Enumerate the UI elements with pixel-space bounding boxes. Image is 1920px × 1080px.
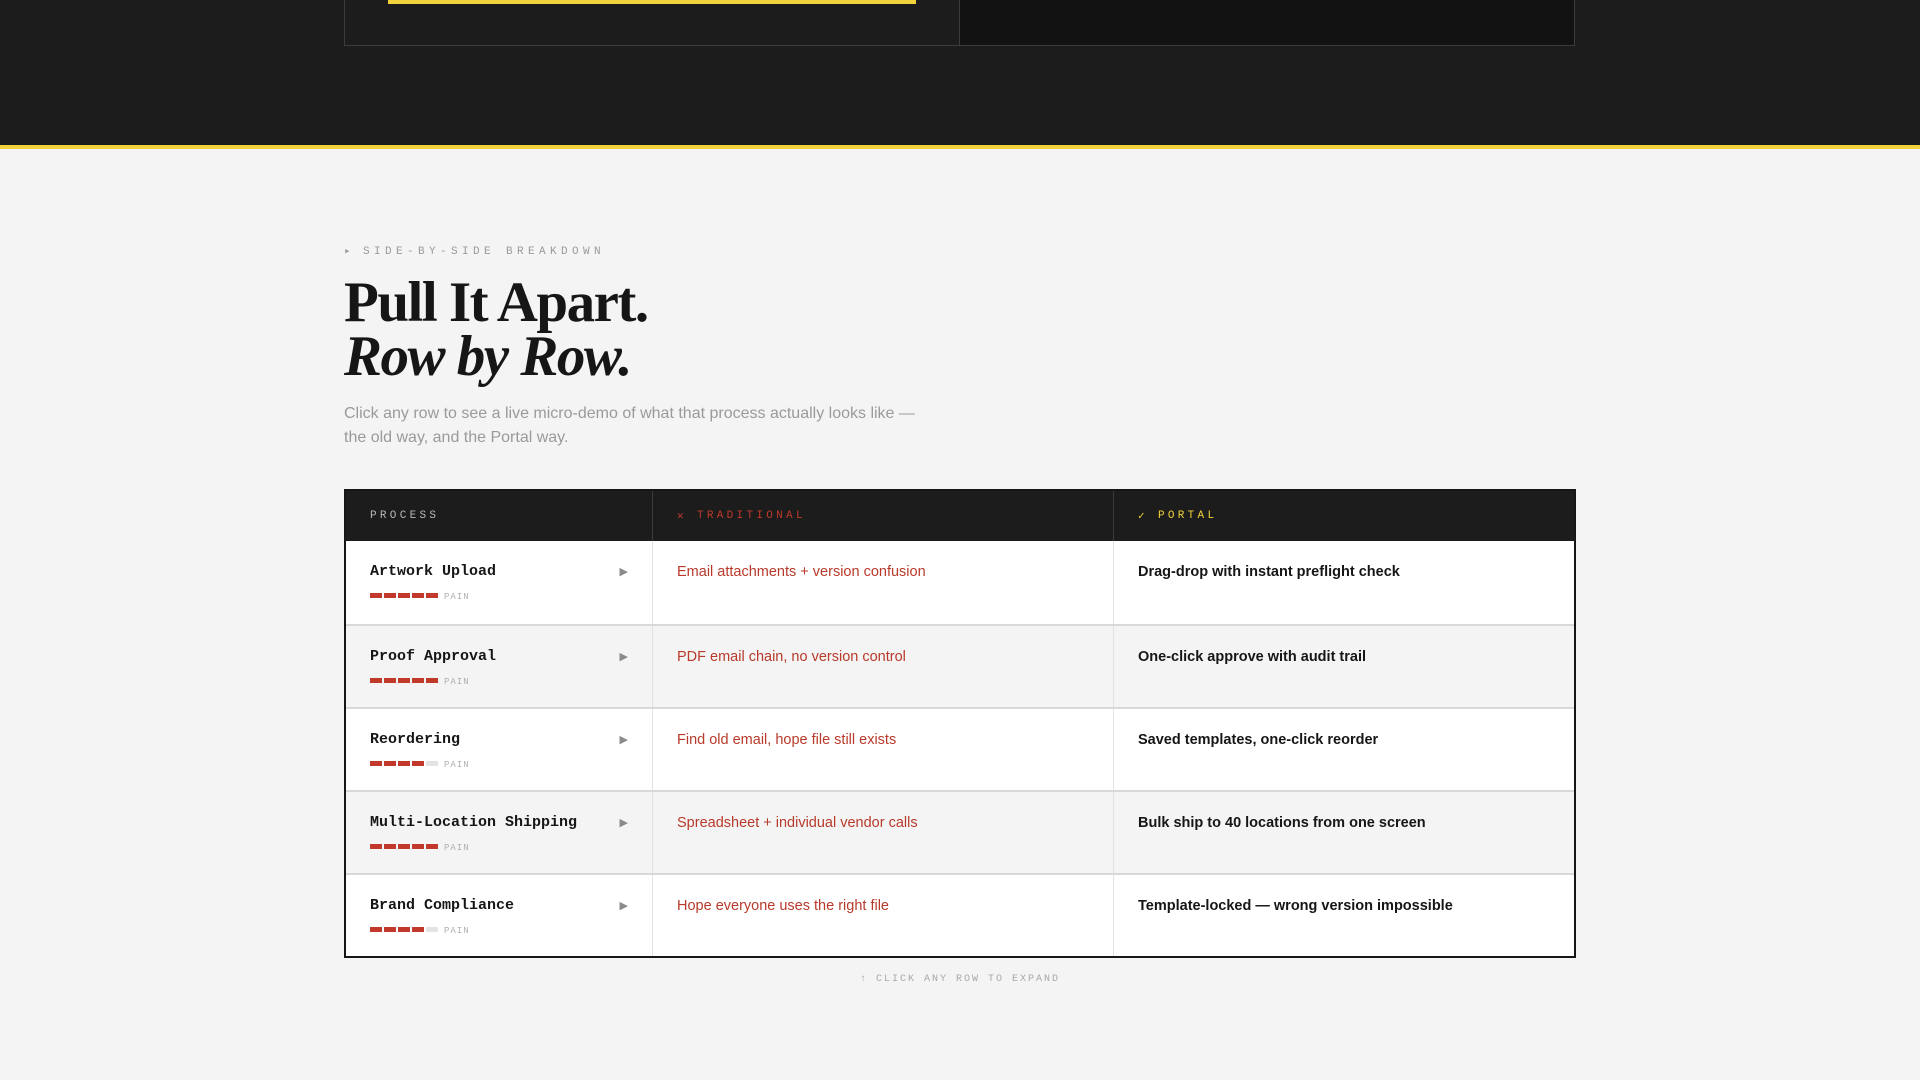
pain-segment bbox=[384, 927, 396, 932]
top-comparison-panel bbox=[344, 0, 1575, 46]
pain-segment bbox=[370, 593, 382, 598]
title-line-2: Row by Row. bbox=[344, 325, 633, 388]
process-cell: Multi-Location Shipping PAIN ▶ bbox=[346, 792, 653, 873]
pain-segment bbox=[370, 761, 382, 766]
table-row[interactable]: Brand Compliance PAIN ▶ Hope everyone uses … bbox=[346, 873, 1574, 956]
pain-segment bbox=[412, 761, 424, 766]
table-row[interactable]: Multi-Location Shipping PAIN ▶ Spreadsheet … bbox=[346, 790, 1574, 873]
pain-segment bbox=[384, 593, 396, 598]
traditional-text: Hope everyone uses the right file bbox=[677, 898, 889, 914]
expand-arrow-icon[interactable]: ▶ bbox=[620, 899, 628, 912]
traditional-cell: Email attachments + version confusion bbox=[653, 541, 1114, 624]
traditional-text: Spreadsheet + individual vendor calls bbox=[677, 815, 918, 831]
traditional-text: Email attachments + version confusion bbox=[677, 564, 926, 580]
pain-label: PAIN bbox=[444, 843, 470, 853]
header-traditional-label: TRADITIONAL bbox=[696, 510, 806, 522]
expand-arrow-icon[interactable]: ▶ bbox=[620, 565, 628, 578]
portal-text: Bulk ship to 40 locations from one scree… bbox=[1138, 815, 1426, 831]
pain-segment bbox=[412, 593, 424, 598]
pain-segment bbox=[398, 927, 410, 932]
traditional-cell: Spreadsheet + individual vendor calls bbox=[653, 792, 1114, 873]
eyebrow-marker-icon: ▸ bbox=[344, 246, 356, 258]
table-header: PROCESS ✕ TRADITIONAL ✓ PORTAL bbox=[346, 491, 1574, 541]
top-dark-band bbox=[0, 0, 1920, 149]
pain-segment bbox=[370, 927, 382, 932]
pain-label: PAIN bbox=[444, 760, 470, 770]
eyebrow-text: SIDE-BY-SIDE BREAKDOWN bbox=[363, 246, 606, 258]
portal-cell: Drag-drop with instant preflight check bbox=[1114, 541, 1574, 624]
portal-cell: One-click approve with audit trail bbox=[1114, 626, 1574, 707]
pain-meter: PAIN bbox=[370, 674, 652, 687]
traditional-text: Find old email, hope file still exists bbox=[677, 732, 897, 748]
process-cell: Artwork Upload PAIN ▶ bbox=[346, 541, 653, 624]
pain-segment bbox=[370, 678, 382, 683]
pain-segment bbox=[412, 927, 424, 932]
process-cell: Proof Approval PAIN ▶ bbox=[346, 626, 653, 707]
expand-arrow-icon[interactable]: ▶ bbox=[620, 650, 628, 663]
portal-text: One-click approve with audit trail bbox=[1138, 649, 1367, 665]
expand-arrow-icon[interactable]: ▶ bbox=[620, 816, 628, 829]
pain-meter: PAIN bbox=[370, 757, 652, 770]
pain-segment bbox=[426, 761, 438, 766]
portal-cell: Saved templates, one-click reorder bbox=[1114, 709, 1574, 790]
comparison-table: PROCESS ✕ TRADITIONAL ✓ PORTAL Artwork Upl… bbox=[344, 489, 1576, 958]
process-cell: Reordering PAIN ▶ bbox=[346, 709, 653, 790]
portal-text: Drag-drop with instant preflight check bbox=[1138, 564, 1400, 580]
process-name: Reordering bbox=[370, 731, 461, 748]
header-portal: ✓ PORTAL bbox=[1114, 491, 1574, 541]
pain-segment bbox=[412, 844, 424, 849]
pain-segment bbox=[398, 844, 410, 849]
pain-segment bbox=[426, 593, 438, 598]
pain-label: PAIN bbox=[444, 592, 470, 602]
header-process: PROCESS bbox=[346, 491, 653, 541]
portal-text: Template-locked — wrong version impossib… bbox=[1138, 898, 1453, 914]
pain-segment bbox=[426, 927, 438, 932]
pain-meter: PAIN bbox=[370, 589, 652, 602]
header-portal-label: PORTAL bbox=[1157, 510, 1218, 522]
pain-segment bbox=[384, 761, 396, 766]
breakdown-section: ▸ SIDE-BY-SIDE BREAKDOWN Pull It Apart. R… bbox=[344, 244, 1576, 450]
section-title: Pull It Apart. Row by Row. bbox=[344, 274, 1576, 388]
portal-cell: Bulk ship to 40 locations from one scree… bbox=[1114, 792, 1574, 873]
pain-segment bbox=[384, 844, 396, 849]
pain-segment bbox=[426, 844, 438, 849]
process-name: Brand Compliance bbox=[370, 897, 515, 914]
process-cell: Brand Compliance PAIN ▶ bbox=[346, 875, 653, 956]
traditional-cell: Hope everyone uses the right file bbox=[653, 875, 1114, 956]
pain-label: PAIN bbox=[444, 926, 470, 936]
section-eyebrow: ▸ SIDE-BY-SIDE BREAKDOWN bbox=[344, 244, 1576, 258]
pain-segment bbox=[384, 678, 396, 683]
table-body: Artwork Upload PAIN ▶ Email attachments + v… bbox=[346, 541, 1574, 956]
pain-segment bbox=[398, 593, 410, 598]
traditional-cell: Find old email, hope file still exists bbox=[653, 709, 1114, 790]
top-panel-right bbox=[960, 0, 1574, 45]
table-row[interactable]: Artwork Upload PAIN ▶ Email attachments + v… bbox=[346, 541, 1574, 624]
cross-icon: ✕ bbox=[677, 511, 687, 523]
pain-segment bbox=[370, 844, 382, 849]
traditional-text: PDF email chain, no version control bbox=[677, 649, 906, 665]
pain-segment bbox=[426, 678, 438, 683]
portal-cell: Template-locked — wrong version impossib… bbox=[1114, 875, 1574, 956]
portal-text: Saved templates, one-click reorder bbox=[1138, 732, 1379, 748]
table-row[interactable]: Proof Approval PAIN ▶ PDF email chain, no v… bbox=[346, 624, 1574, 707]
table-row[interactable]: Reordering PAIN ▶ Find old email, hope file… bbox=[346, 707, 1574, 790]
expand-arrow-icon[interactable]: ▶ bbox=[620, 733, 628, 746]
process-name: Multi-Location Shipping bbox=[370, 814, 578, 831]
header-traditional: ✕ TRADITIONAL bbox=[653, 491, 1114, 541]
process-name: Proof Approval bbox=[370, 648, 497, 665]
pain-segment bbox=[398, 678, 410, 683]
process-name: Artwork Upload bbox=[370, 563, 497, 580]
top-panel-left bbox=[345, 0, 960, 45]
check-icon: ✓ bbox=[1138, 511, 1148, 523]
expand-hint: ↑ CLICK ANY ROW TO EXPAND bbox=[859, 974, 1061, 985]
progress-bar bbox=[388, 0, 916, 4]
traditional-cell: PDF email chain, no version control bbox=[653, 626, 1114, 707]
pain-segment bbox=[412, 678, 424, 683]
pain-segment bbox=[398, 761, 410, 766]
pain-label: PAIN bbox=[444, 677, 470, 687]
pain-meter: PAIN bbox=[370, 923, 652, 936]
pain-meter: PAIN bbox=[370, 840, 652, 853]
section-subtitle: Click any row to see a live micro-demo o… bbox=[344, 405, 915, 446]
